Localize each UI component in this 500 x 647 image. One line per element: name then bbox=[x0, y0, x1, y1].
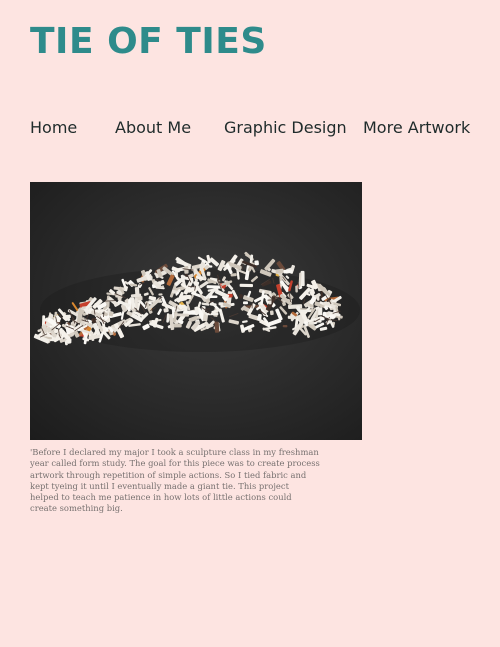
nav-link-about-me[interactable]: About Me bbox=[115, 116, 191, 140]
nav-link-home[interactable]: Home bbox=[30, 116, 77, 140]
site-title: TIE OF TIES bbox=[30, 21, 267, 62]
nav-link-more-artwork[interactable]: More Artwork bbox=[363, 116, 470, 140]
main-nav: Home About Me Graphic Design More Artwor… bbox=[30, 116, 480, 140]
tie-sculpture-image bbox=[33, 251, 360, 352]
nav-link-graphic-design[interactable]: Graphic Design bbox=[224, 116, 347, 140]
artwork-caption: 'Before I declared my major I took a scu… bbox=[30, 447, 320, 514]
artwork-photo bbox=[30, 182, 362, 440]
